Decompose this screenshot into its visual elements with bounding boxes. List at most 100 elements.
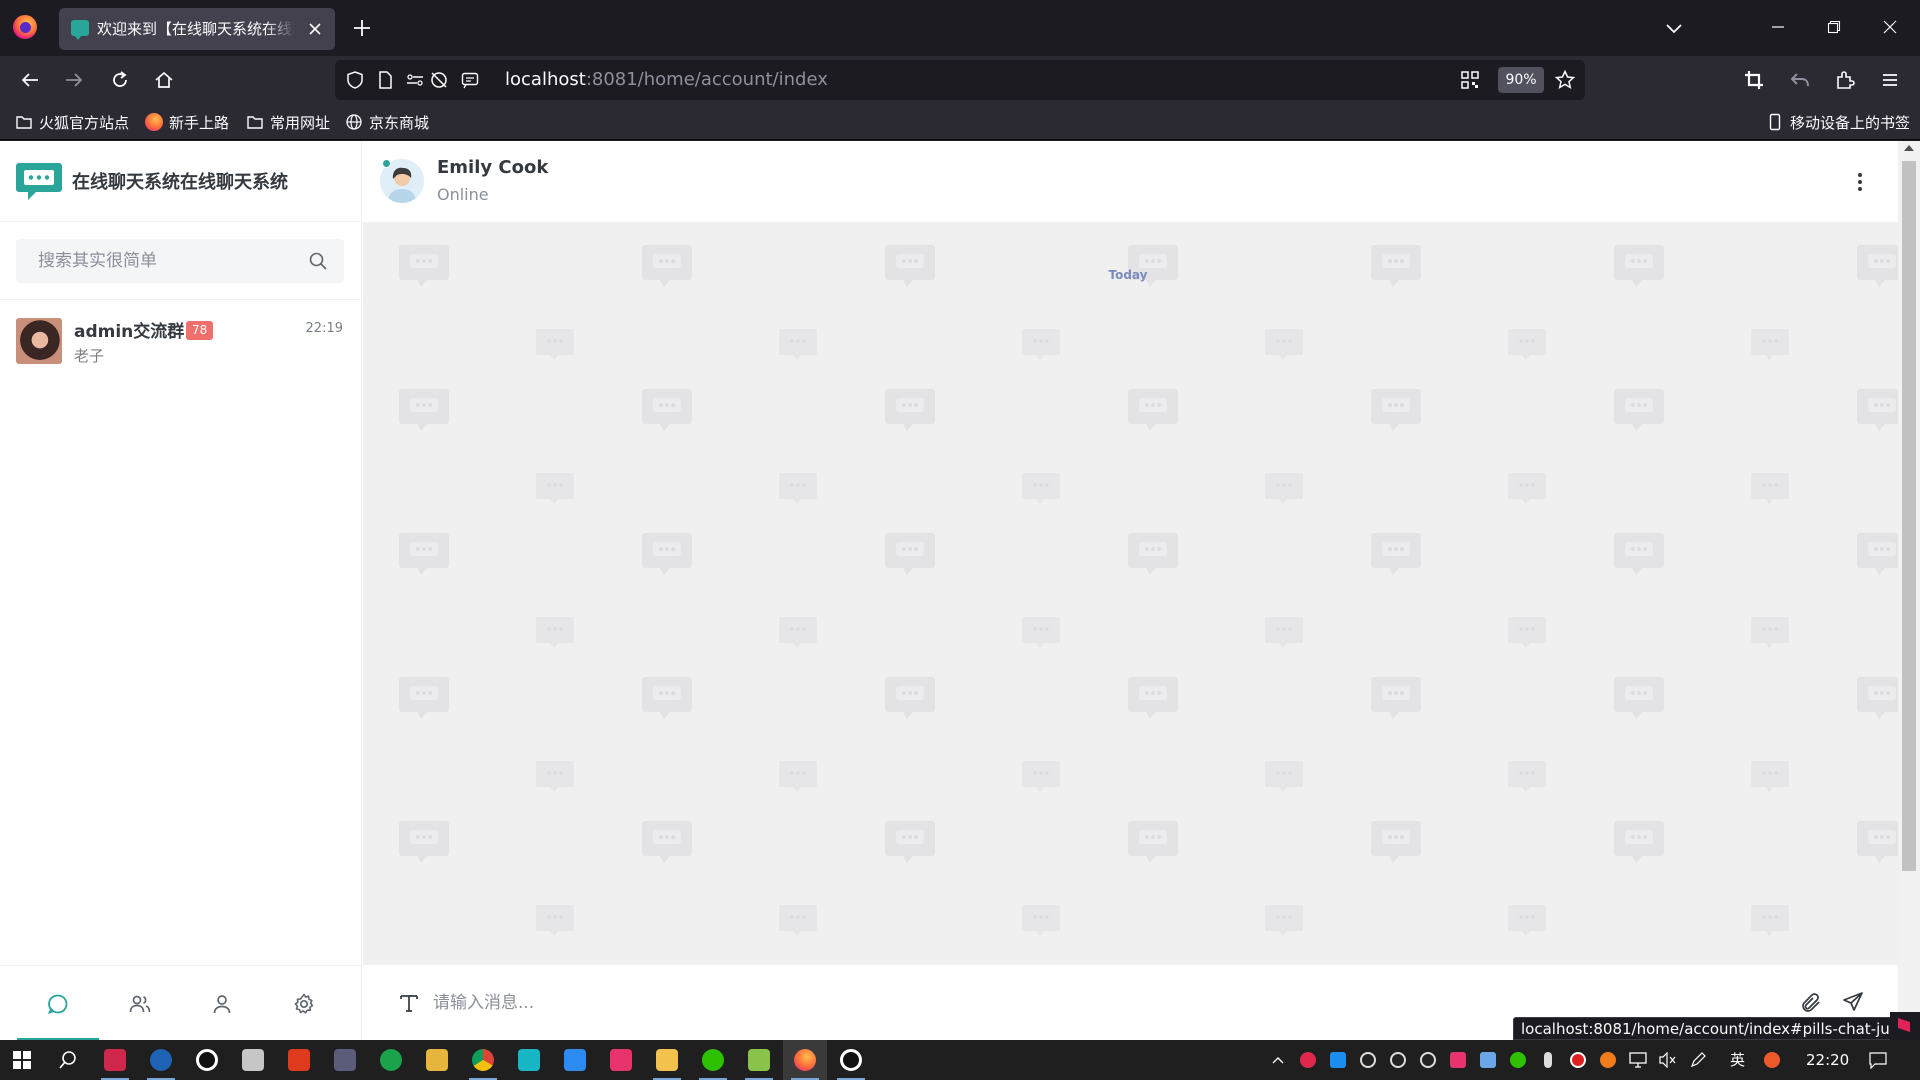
globe-icon [346,114,362,130]
tray-icon[interactable] [1564,1040,1592,1080]
contact-name[interactable]: Emily Cook [437,157,548,178]
clock[interactable]: 22:20 [1806,1040,1849,1080]
firefox-icon [794,1049,816,1071]
more-options-icon[interactable] [1848,170,1872,194]
undo-button[interactable] [1788,68,1812,92]
taskbar-app-obs[interactable] [829,1040,873,1080]
scroll-up-arrow-icon[interactable] [1904,145,1914,151]
bookmark-star-icon[interactable] [1554,69,1576,91]
browser-tab-bar: 欢迎来到【在线聊天系统在线聊天系统】 [0,0,1920,56]
scrollbar-thumb[interactable] [1902,161,1916,871]
tray-pen[interactable] [1684,1040,1712,1080]
page-info-icon[interactable] [375,70,395,90]
wechat-icon [702,1049,724,1071]
taskbar-app-wechat[interactable] [691,1040,735,1080]
mobile-bookmarks-folder[interactable]: 移动设备上的书签 [1766,104,1910,140]
taskbar-search-button[interactable] [46,1040,90,1080]
extensions-button[interactable] [1833,68,1857,92]
notification-icon [1869,1052,1887,1069]
address-bar[interactable]: localhost:8081/home/account/index 90% [335,60,1585,100]
close-window-button[interactable] [1868,12,1912,42]
tray-icon[interactable] [1474,1040,1502,1080]
firefox-menu-icon[interactable] [13,15,37,39]
tray-icon[interactable] [1594,1040,1622,1080]
reload-icon [113,71,127,87]
tray-overflow-chevron[interactable] [1264,1040,1292,1080]
bookmarks-toolbar: 火狐官方站点 新手上路 常用网址 京东商城 移动设备上的书签 [0,104,1920,140]
tray-icon[interactable] [1758,1040,1786,1080]
search-icon [59,1051,76,1069]
tray-icon[interactable] [1504,1040,1532,1080]
tab-contacts[interactable] [99,966,181,1041]
taskbar-app-chrome[interactable] [461,1040,505,1080]
bookmark-item[interactable]: 新手上路 [145,104,229,140]
page-scrollbar[interactable] [1898,141,1920,1040]
search-icon[interactable] [308,251,328,271]
tab-profile[interactable] [181,966,263,1041]
minimize-window-button[interactable] [1756,12,1800,42]
tray-icon[interactable] [1444,1040,1472,1080]
taskbar-app-firefox[interactable] [783,1040,827,1080]
qq-icon [1360,1052,1376,1068]
reader-view-icon[interactable] [460,70,480,90]
new-tab-plus-icon[interactable] [350,16,374,40]
tray-icon[interactable] [1324,1040,1352,1080]
reload-button[interactable] [108,68,132,92]
app-menu-button[interactable] [1878,68,1902,92]
taskbar-app-browser[interactable] [139,1040,183,1080]
chat-search-input[interactable]: 搜索其实很简单 [16,239,344,283]
action-center-button[interactable] [1864,1040,1892,1080]
home-button[interactable] [152,68,176,92]
brand[interactable]: 在线聊天系统在线聊天系统 [16,159,288,203]
taskbar-app-ide[interactable] [93,1040,137,1080]
taskbar-app-notepad[interactable] [737,1040,781,1080]
zoom-level-button[interactable]: 90% [1498,67,1544,93]
text-format-icon[interactable] [397,991,421,1015]
taskbar-app-tool[interactable] [323,1040,367,1080]
restore-window-button[interactable] [1812,12,1856,42]
tray-icon[interactable] [1354,1040,1382,1080]
close-window-icon [1883,20,1897,34]
tray-network[interactable] [1624,1040,1652,1080]
wechat-icon [1510,1052,1526,1068]
bookmark-item[interactable]: 京东商城 [345,104,429,140]
tray-icon[interactable] [1534,1040,1562,1080]
list-all-tabs-chevron-icon[interactable] [1662,16,1686,40]
tray-volume[interactable] [1654,1040,1682,1080]
paperclip-icon[interactable] [1799,991,1823,1015]
close-tab-icon[interactable] [305,19,325,39]
taskbar-app-monitor[interactable] [231,1040,275,1080]
tracking-protection-shield-icon[interactable] [345,70,365,90]
send-icon[interactable] [1841,990,1865,1014]
tab-settings[interactable] [263,966,345,1041]
camera-blocked-icon[interactable] [429,70,449,90]
tray-icon[interactable] [1294,1040,1322,1080]
url-text[interactable]: localhost:8081/home/account/index [505,60,828,100]
taskbar-app-red[interactable] [277,1040,321,1080]
p-app-icon [564,1049,586,1071]
taskbar-app-explorer[interactable] [415,1040,459,1080]
bookmark-item[interactable]: 火狐官方站点 [15,104,129,140]
taskbar-app-pink[interactable] [599,1040,643,1080]
screenshot-button[interactable] [1742,68,1766,92]
forward-button[interactable] [62,68,86,92]
start-button[interactable] [0,1040,44,1080]
tab-chats[interactable] [17,966,99,1041]
permissions-icon[interactable] [405,70,425,90]
brand-name: 在线聊天系统在线聊天系统 [72,172,288,193]
bookmark-item[interactable]: 常用网址 [246,104,330,140]
qq-icon [1420,1052,1436,1068]
taskbar-app-files[interactable] [645,1040,689,1080]
back-button[interactable] [18,68,42,92]
browser-tab-active[interactable]: 欢迎来到【在线聊天系统在线聊天系统】 [59,8,335,50]
input-method-indicator[interactable]: 英 [1730,1040,1745,1080]
taskbar-app-recorder[interactable] [185,1040,229,1080]
taskbar-app-p[interactable] [553,1040,597,1080]
qr-code-icon[interactable] [1460,70,1480,90]
chat-list-item[interactable]: admin交流群 78 老子 22:19 [0,301,362,371]
tray-icon[interactable] [1384,1040,1412,1080]
taskbar-app-teal[interactable] [507,1040,551,1080]
tray-icon[interactable] [1414,1040,1442,1080]
taskbar-app-sync[interactable] [369,1040,413,1080]
record-icon [1570,1052,1586,1068]
